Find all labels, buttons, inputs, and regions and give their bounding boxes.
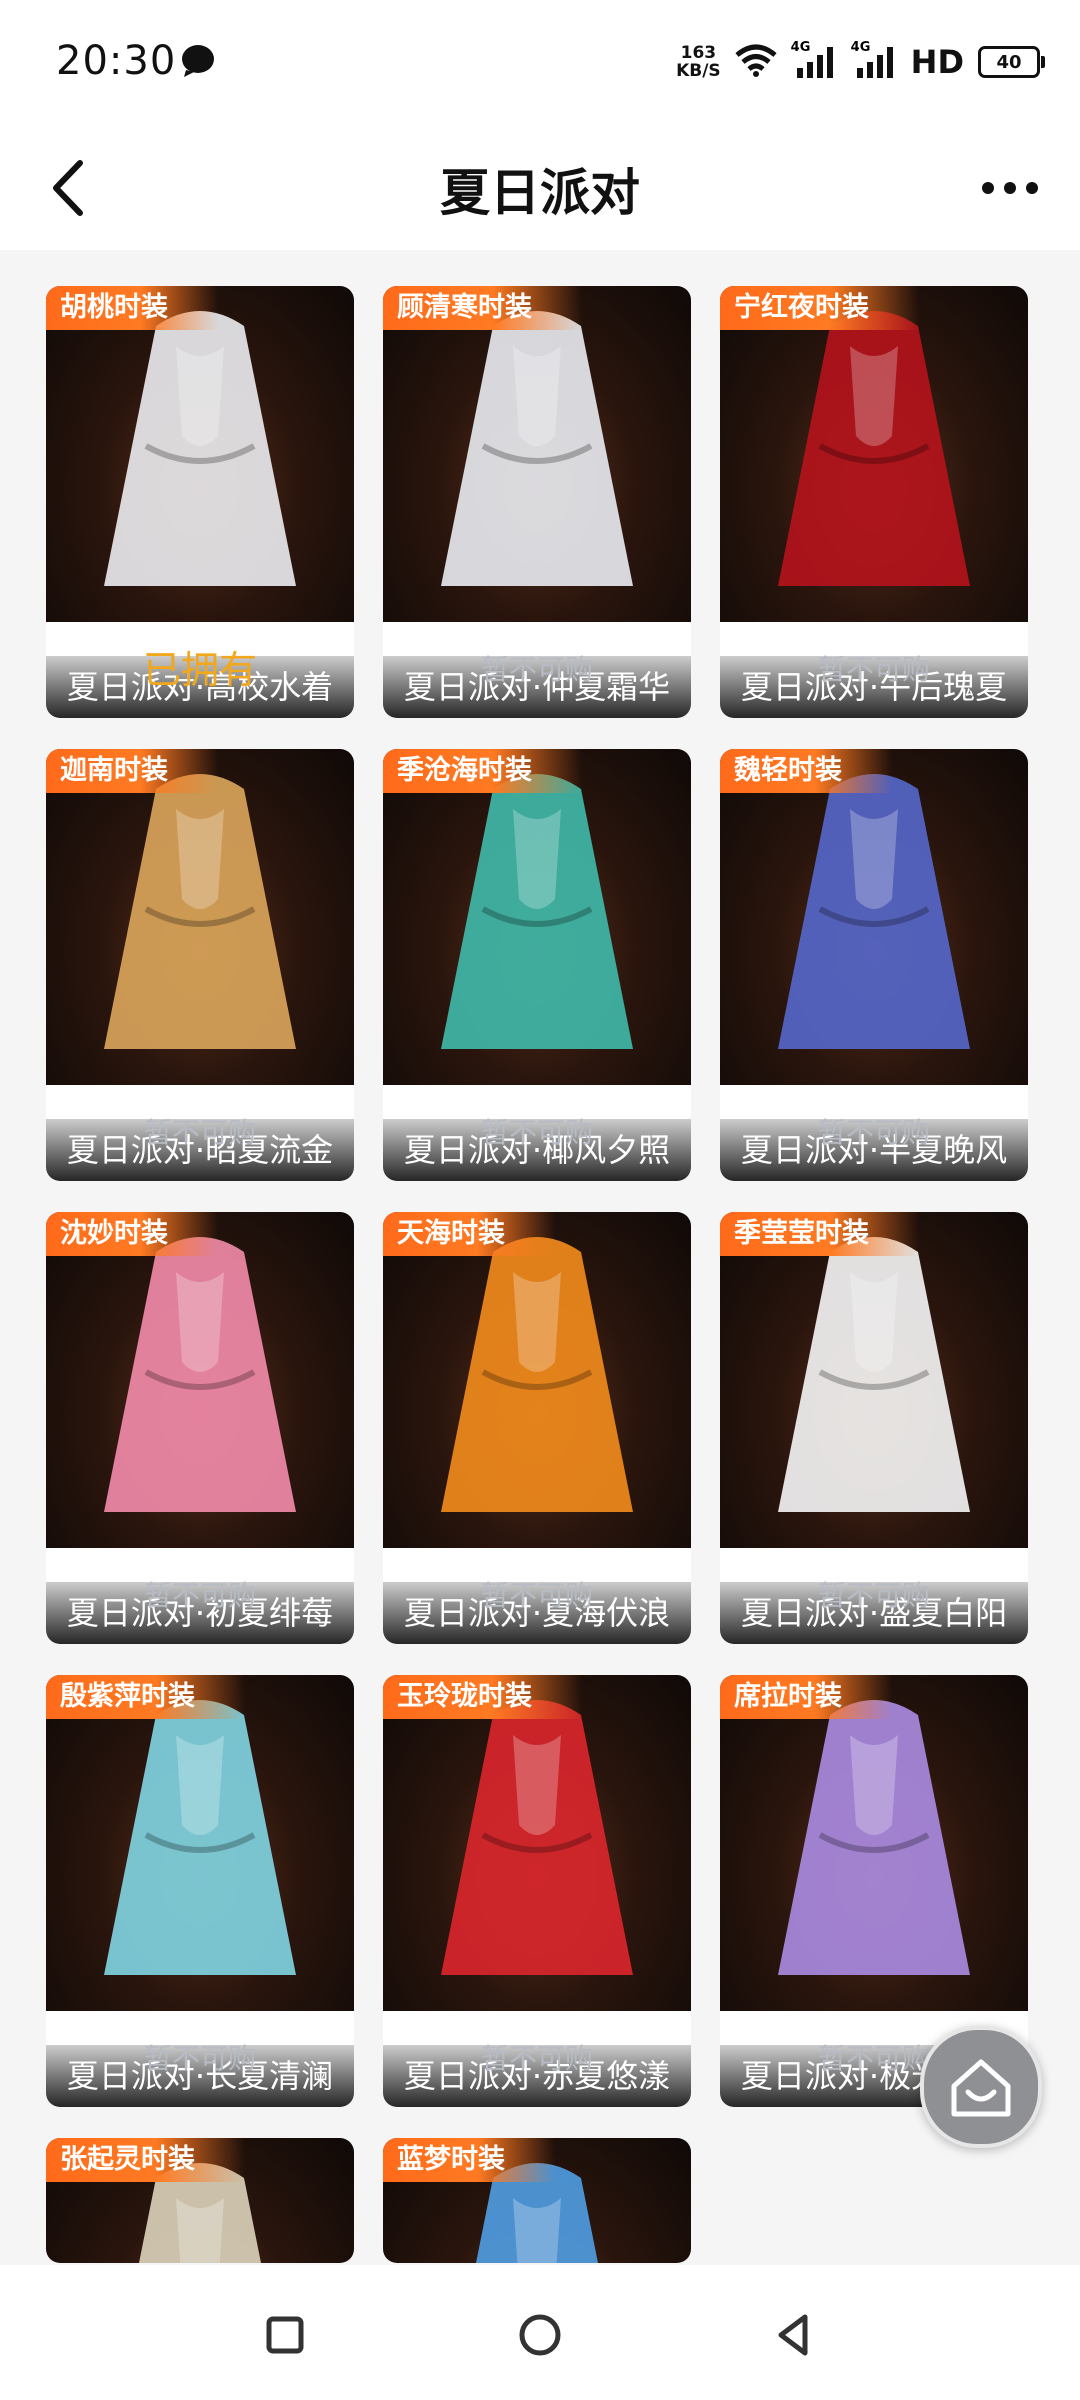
title-bar: 夏日派对	[0, 125, 1080, 250]
home-icon	[951, 2059, 1011, 2117]
outfit-image	[46, 1675, 354, 2011]
outfit-card[interactable]: 胡桃时装 夏日派对·高校水着 已拥有	[46, 286, 354, 718]
home-nav-button[interactable]	[510, 2305, 570, 2365]
unavailable-status: 暂不可购	[143, 1579, 256, 1612]
recent-apps-button[interactable]	[255, 2305, 315, 2365]
character-tag: 季沧海时装	[383, 749, 582, 793]
more-button[interactable]	[970, 153, 1050, 223]
character-tag: 魏轻时装	[720, 749, 892, 793]
back-nav-button[interactable]	[765, 2305, 825, 2365]
outfit-image	[46, 286, 354, 622]
floating-home-button[interactable]	[920, 2026, 1042, 2148]
outfit-grid: 胡桃时装 夏日派对·高校水着 已拥有 顾清寒时装 夏日派对·仲夏霜华 暂不可购 宁红夜时装夏…	[0, 250, 1080, 2265]
status-icons: 163 KB/S 4G 4G HD 40	[676, 40, 1045, 84]
character-tag: 玉玲珑时装	[383, 1675, 582, 1719]
character-tag: 殷紫萍时装	[46, 1675, 245, 1719]
unavailable-status: 暂不可购	[480, 653, 593, 686]
network-speed-unit: KB/S	[676, 61, 721, 81]
character-tag: 沈妙时装	[46, 1212, 218, 1256]
character-tag: 蓝梦时装	[383, 2138, 555, 2182]
outfit-image	[720, 1212, 1028, 1548]
character-tag: 迦南时装	[46, 749, 218, 793]
outfit-image	[46, 1212, 354, 1548]
network-type-1: 4G	[790, 40, 811, 55]
outfit-card[interactable]: 蓝梦时装	[383, 2138, 691, 2263]
outfit-card[interactable]: 玉玲珑时装 夏日派对·赤夏悠漾 暂不可购	[383, 1675, 691, 2107]
signal-icon-1: 4G	[791, 40, 837, 80]
character-tag: 宁红夜时装	[720, 286, 919, 330]
outfit-image	[46, 749, 354, 1085]
owned-status: 已拥有	[142, 648, 257, 692]
outfit-image	[720, 1675, 1028, 2011]
network-speed: 163 KB/S	[676, 44, 721, 80]
outfit-image	[383, 286, 691, 622]
system-nav-bar	[0, 2265, 1080, 2400]
network-speed-value: 163	[680, 43, 717, 63]
unavailable-status: 暂不可购	[817, 1116, 930, 1149]
status-time: 20:30	[56, 38, 177, 84]
outfit-image	[720, 286, 1028, 622]
unavailable-status: 暂不可购	[817, 1579, 930, 1612]
unavailable-status: 暂不可购	[143, 1116, 256, 1149]
more-horizontal-icon	[982, 182, 1038, 194]
outfit-card[interactable]: 天海时装 夏日派对·夏海伏浪 暂不可购	[383, 1212, 691, 1644]
unavailable-status: 暂不可购	[480, 2042, 593, 2075]
battery-level: 40	[996, 51, 1022, 73]
unavailable-status: 暂不可购	[480, 1116, 593, 1149]
status-bar: 20:30 163 KB/S 4G 4G HD 40	[0, 0, 1080, 125]
outfit-card[interactable]: 季沧海时装 夏日派对·椰风夕照 暂不可购	[383, 749, 691, 1181]
triangle-left-icon	[778, 2314, 808, 2356]
outfit-image	[383, 749, 691, 1085]
unavailable-status: 暂不可购	[480, 1579, 593, 1612]
outfit-card[interactable]: 殷紫萍时装 夏日派对·长夏清澜 暂不可购	[46, 1675, 354, 2107]
outfit-card[interactable]: 迦南时装 夏日派对·昭夏流金 暂不可购	[46, 749, 354, 1181]
outfit-card[interactable]: 张起灵时装	[46, 2138, 354, 2263]
character-tag: 季莹莹时装	[720, 1212, 919, 1256]
page-title: 夏日派对	[440, 164, 640, 222]
character-tag: 胡桃时装	[46, 286, 218, 330]
signal-icon-2: 4G	[851, 40, 897, 80]
character-tag: 天海时装	[383, 1212, 555, 1256]
character-tag: 席拉时装	[720, 1675, 892, 1719]
wifi-icon	[735, 43, 777, 81]
character-tag: 顾清寒时装	[383, 286, 582, 330]
network-type-2: 4G	[850, 40, 871, 55]
chat-bubble-icon	[180, 44, 216, 82]
unavailable-status: 暂不可购	[817, 653, 930, 686]
battery-icon: 40	[978, 46, 1045, 78]
outfit-image	[383, 1212, 691, 1548]
outfit-card[interactable]: 宁红夜时装 夏日派对·午后瑰夏 暂不可购	[720, 286, 1028, 718]
outfit-image	[720, 749, 1028, 1085]
outfit-image	[383, 1675, 691, 2011]
outfit-card[interactable]: 季莹莹时装 夏日派对·盛夏白阳 暂不可购	[720, 1212, 1028, 1644]
square-icon	[266, 2316, 304, 2354]
hd-icon: HD	[910, 43, 964, 81]
outfit-card[interactable]: 沈妙时装 夏日派对·初夏绯莓 暂不可购	[46, 1212, 354, 1644]
outfit-card[interactable]: 魏轻时装 夏日派对·半夏晚风 暂不可购	[720, 749, 1028, 1181]
unavailable-status: 暂不可购	[143, 2042, 256, 2075]
character-tag: 张起灵时装	[46, 2138, 245, 2182]
outfit-card[interactable]: 顾清寒时装 夏日派对·仲夏霜华 暂不可购	[383, 286, 691, 718]
circle-icon	[519, 2314, 561, 2356]
